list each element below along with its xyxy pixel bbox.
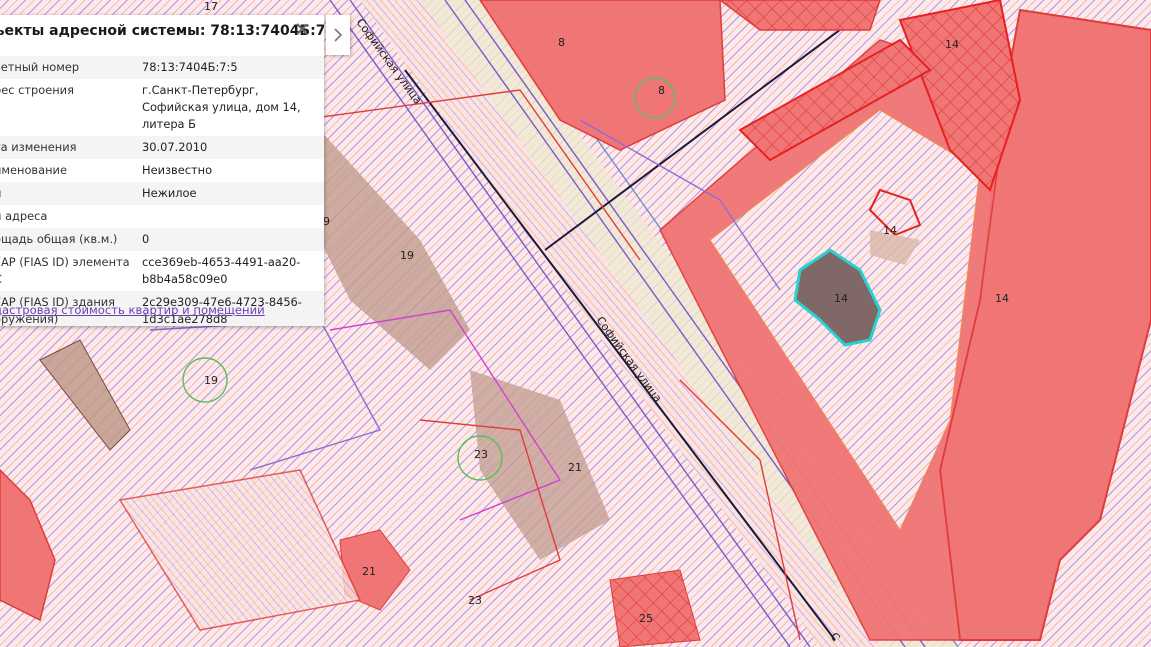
map-label-19: 19 (400, 249, 414, 262)
map-label-17: 17 (204, 0, 218, 13)
attributes-panel: ъекты адресной системы: 78:13:7404Б:7:5 … (0, 15, 324, 326)
attribute-value: Неизвестно (142, 163, 213, 177)
attribute-row: именование Неизвестно (0, 159, 324, 182)
attribute-row: рес строения г.Санкт-Петербург, Софийская… (0, 79, 324, 136)
attributes-table: четный номер 78:13:7404Б:7:5 рес строения г… (0, 56, 324, 326)
attribute-key: п адреса (0, 209, 48, 223)
map-label-8-small: 8 (658, 84, 665, 97)
map-label-14-selected: 14 (834, 292, 848, 305)
attribute-key: именование (0, 163, 67, 177)
attribute-row: четный номер 78:13:7404Б:7:5 (0, 56, 324, 79)
map-label-21-center: 21 (568, 461, 582, 474)
attribute-key: та изменения (0, 140, 77, 154)
attribute-key: рес строения (0, 83, 74, 97)
map-label-23: 23 (468, 594, 482, 607)
attribute-value (142, 205, 324, 228)
attribute-row: п адреса (0, 205, 324, 228)
next-object-button[interactable] (326, 15, 350, 55)
map-label-25: 25 (639, 612, 653, 625)
attribute-value: г.Санкт-Петербург, Софийская улица, дом … (142, 83, 301, 131)
attribute-key: ощадь общая (кв.м.) (0, 232, 118, 246)
attribute-key: ГАР (FIAS ID) элемента С (0, 255, 130, 286)
cadastral-value-link[interactable]: дастровая стоимость квартир и помещений (0, 303, 265, 317)
map-label-8: 8 (558, 36, 565, 49)
map-label-9: 9 (323, 215, 330, 228)
attribute-key: п (0, 182, 142, 205)
attribute-value: 0 (142, 232, 150, 246)
map-label-14-large: 14 (995, 292, 1009, 305)
map-label-19-circle: 19 (204, 374, 218, 387)
map-label-14-small: 14 (883, 224, 897, 237)
attribute-value: Нежилое (142, 186, 197, 200)
map-label-23-circle: 23 (474, 448, 488, 461)
attribute-row: ГАР (FIAS ID) элемента С cce369eb-4653-44… (0, 251, 324, 291)
close-icon[interactable] (294, 21, 310, 37)
attribute-value: cce369eb-4653-4491-aa20-b8b4a58c09e0 (142, 255, 301, 286)
chevron-right-icon (334, 28, 343, 42)
attribute-row: та изменения 30.07.2010 (0, 136, 324, 159)
attribute-row: пНежилое (0, 182, 324, 205)
attribute-value: 30.07.2010 (142, 140, 208, 154)
panel-title: ъекты адресной системы: 78:13:7404Б:7:5 (0, 23, 324, 39)
attribute-key: четный номер (0, 60, 80, 74)
map-label-21-left: 21 (362, 565, 376, 578)
attribute-value: 78:13:7404Б:7:5 (142, 60, 238, 74)
attribute-row: ощадь общая (кв.м.) 0 (0, 228, 324, 251)
map-label-14-top: 14 (945, 38, 959, 51)
